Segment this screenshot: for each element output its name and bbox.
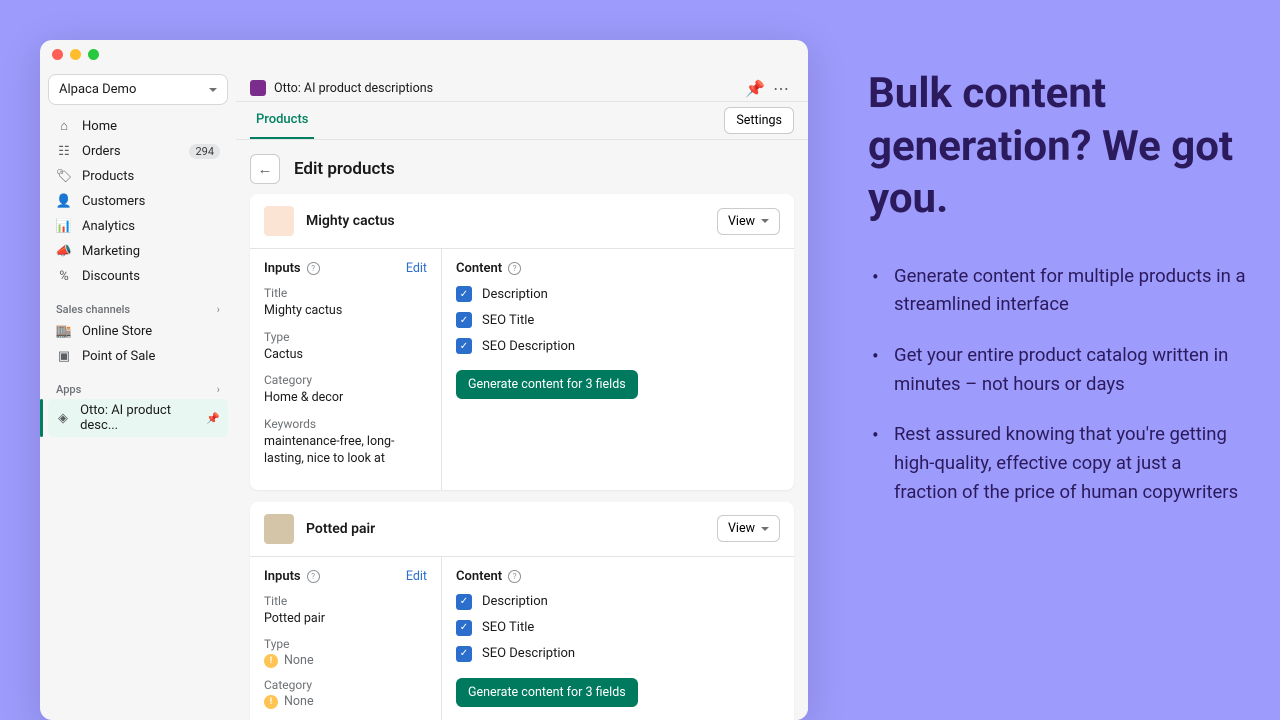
marketing-bullet: Rest assured knowing that you're getting… bbox=[868, 420, 1248, 506]
nav-home[interactable]: ⌂Home bbox=[48, 114, 228, 138]
checkbox-description[interactable]: ✓ bbox=[456, 594, 472, 610]
nav-online-store[interactable]: 🏬Online Store bbox=[48, 319, 228, 343]
checkbox-seo-description[interactable]: ✓ bbox=[456, 338, 472, 354]
nav-products[interactable]: 🏷Products bbox=[48, 164, 228, 188]
edit-link[interactable]: Edit bbox=[406, 569, 427, 584]
product-card: Mighty cactus View Inputs?Edit TitleMigh… bbox=[250, 194, 794, 490]
pos-icon: ▣ bbox=[56, 348, 72, 364]
chevron-down-icon bbox=[761, 219, 769, 223]
titlebar bbox=[40, 40, 808, 68]
home-icon: ⌂ bbox=[56, 118, 72, 134]
store-icon: 🏬 bbox=[56, 323, 72, 339]
generate-button[interactable]: Generate content for 3 fields bbox=[456, 678, 638, 707]
page-title: Edit products bbox=[294, 159, 395, 179]
marketing-copy: Bulk content generation? We got you. Gen… bbox=[868, 68, 1248, 528]
tab-products[interactable]: Products bbox=[250, 102, 314, 139]
product-thumbnail bbox=[264, 514, 294, 544]
marketing-bullet: Generate content for multiple products i… bbox=[868, 262, 1248, 319]
warning-icon: ! bbox=[264, 654, 278, 668]
main-panel: Otto: AI product descriptions 📌 ⋯ Produc… bbox=[236, 68, 808, 720]
product-thumbnail bbox=[264, 206, 294, 236]
nav-orders[interactable]: ☷Orders294 bbox=[48, 139, 228, 163]
page-header: ← Edit products bbox=[236, 140, 808, 194]
help-icon[interactable]: ? bbox=[508, 570, 521, 583]
inputs-column: Inputs?Edit TitlePotted pair Type!None C… bbox=[250, 557, 442, 720]
store-name: Alpaca Demo bbox=[59, 82, 136, 97]
product-card: Potted pair View Inputs?Edit TitlePotted… bbox=[250, 502, 794, 720]
pin-button[interactable]: 📌 bbox=[742, 75, 768, 101]
marketing-bullet: Get your entire product catalog written … bbox=[868, 341, 1248, 398]
chevron-right-icon: › bbox=[217, 303, 220, 316]
content-column: Content? ✓Description ✓SEO Title ✓SEO De… bbox=[442, 557, 794, 720]
nav-analytics[interactable]: 📊Analytics bbox=[48, 214, 228, 238]
back-button[interactable]: ← bbox=[250, 154, 280, 184]
product-name: Mighty cactus bbox=[306, 213, 705, 229]
minimize-window-icon[interactable] bbox=[70, 49, 81, 60]
checkbox-seo-title[interactable]: ✓ bbox=[456, 620, 472, 636]
discount-icon: % bbox=[56, 268, 72, 284]
generate-button[interactable]: Generate content for 3 fields bbox=[456, 370, 638, 399]
nav-customers[interactable]: 👤Customers bbox=[48, 189, 228, 213]
settings-button[interactable]: Settings bbox=[724, 107, 794, 134]
orders-icon: ☷ bbox=[56, 143, 72, 159]
orders-badge: 294 bbox=[189, 144, 220, 159]
topbar: Otto: AI product descriptions 📌 ⋯ bbox=[236, 68, 808, 102]
maximize-window-icon[interactable] bbox=[88, 49, 99, 60]
sidebar: Alpaca Demo ⌂Home ☷Orders294 🏷Products 👤… bbox=[40, 68, 236, 720]
warning-icon: ! bbox=[264, 695, 278, 709]
tabs: Products Settings bbox=[236, 102, 808, 140]
chevron-down-icon bbox=[209, 88, 217, 92]
nav-discounts[interactable]: %Discounts bbox=[48, 264, 228, 288]
checkbox-seo-description[interactable]: ✓ bbox=[456, 646, 472, 662]
app-window: Alpaca Demo ⌂Home ☷Orders294 🏷Products 👤… bbox=[40, 40, 808, 720]
help-icon[interactable]: ? bbox=[307, 570, 320, 583]
help-icon[interactable]: ? bbox=[508, 262, 521, 275]
content-scroll[interactable]: Mighty cactus View Inputs?Edit TitleMigh… bbox=[236, 194, 808, 720]
store-switcher[interactable]: Alpaca Demo bbox=[48, 74, 228, 105]
view-button[interactable]: View bbox=[717, 208, 780, 235]
pin-icon[interactable]: 📌 bbox=[206, 412, 220, 425]
edit-link[interactable]: Edit bbox=[406, 261, 427, 276]
megaphone-icon: 📣 bbox=[56, 243, 72, 259]
chevron-right-icon: › bbox=[217, 383, 220, 396]
product-name: Potted pair bbox=[306, 521, 705, 537]
person-icon: 👤 bbox=[56, 193, 72, 209]
checkbox-seo-title[interactable]: ✓ bbox=[456, 312, 472, 328]
view-button[interactable]: View bbox=[717, 515, 780, 542]
chart-icon: 📊 bbox=[56, 218, 72, 234]
nav-pos[interactable]: ▣Point of Sale bbox=[48, 344, 228, 368]
checkbox-description[interactable]: ✓ bbox=[456, 286, 472, 302]
content-column: Content? ✓Description ✓SEO Title ✓SEO De… bbox=[442, 249, 794, 490]
marketing-headline: Bulk content generation? We got you. bbox=[868, 68, 1248, 226]
app-icon: ◈ bbox=[56, 410, 70, 426]
sales-channels-header[interactable]: Sales channels› bbox=[48, 297, 228, 318]
nav-otto-app[interactable]: ◈Otto: AI product desc...📌 bbox=[48, 399, 228, 437]
inputs-column: Inputs?Edit TitleMighty cactus TypeCactu… bbox=[250, 249, 442, 490]
apps-header[interactable]: Apps› bbox=[48, 377, 228, 398]
chevron-down-icon bbox=[761, 527, 769, 531]
tag-icon: 🏷 bbox=[56, 168, 72, 184]
close-window-icon[interactable] bbox=[52, 49, 63, 60]
app-title: Otto: AI product descriptions bbox=[274, 81, 742, 96]
help-icon[interactable]: ? bbox=[307, 262, 320, 275]
otto-app-icon bbox=[250, 80, 266, 96]
more-button[interactable]: ⋯ bbox=[768, 75, 794, 101]
nav-marketing[interactable]: 📣Marketing bbox=[48, 239, 228, 263]
